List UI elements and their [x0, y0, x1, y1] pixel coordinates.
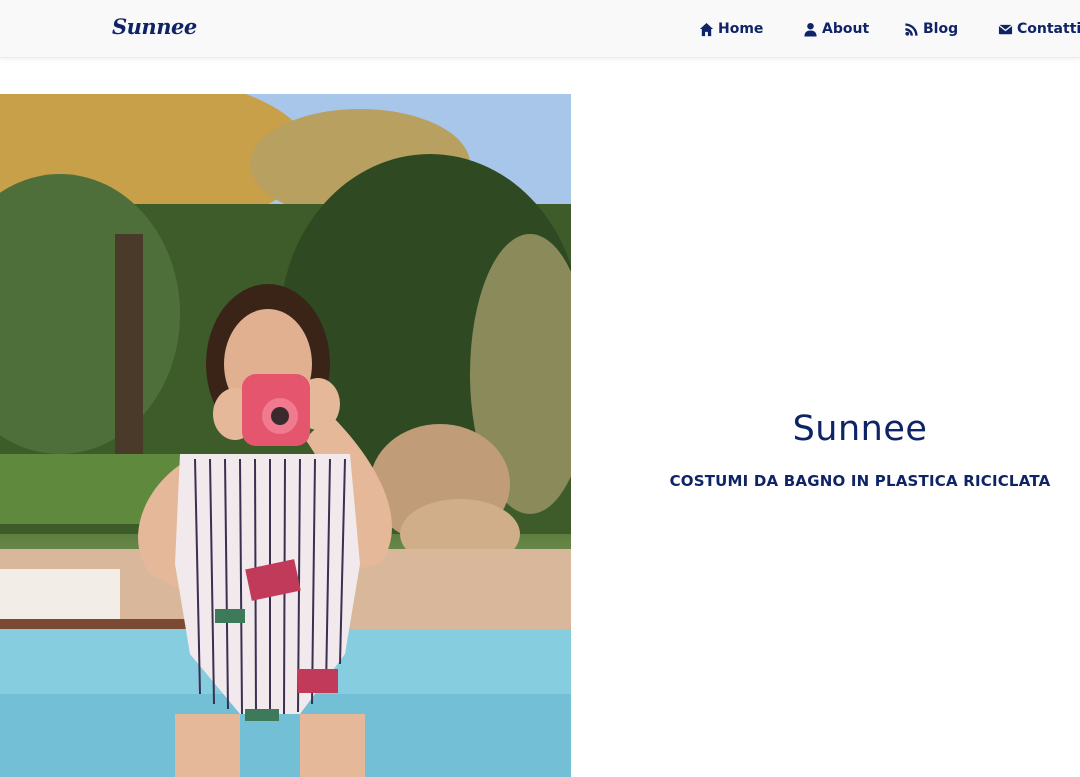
user-icon	[804, 22, 817, 37]
nav-contatti-label: Contatti	[1017, 21, 1080, 37]
home-icon	[699, 22, 714, 36]
photo-illustration	[0, 94, 571, 777]
nav-contatti-link[interactable]: Contatti	[998, 19, 1080, 39]
rss-icon	[905, 22, 918, 36]
navbar: Sunnee Home About Blog Contatti	[0, 0, 1080, 58]
nav-about-label: About	[822, 21, 870, 37]
envelope-icon	[998, 24, 1013, 34]
nav-blog-label: Blog	[923, 21, 959, 37]
hero-photo	[0, 94, 571, 777]
nav-about-link[interactable]: About	[803, 19, 869, 39]
nav-home-link[interactable]: Home	[699, 19, 763, 39]
main-nav: Home About Blog Contatti	[0, 0, 1080, 57]
nav-home-label: Home	[718, 21, 764, 37]
hero-title: Sunnee	[792, 409, 928, 450]
hero-subtitle: COSTUMI DA BAGNO IN PLASTICA RICICLATA	[669, 472, 1051, 490]
nav-blog-link[interactable]: Blog	[904, 19, 958, 39]
